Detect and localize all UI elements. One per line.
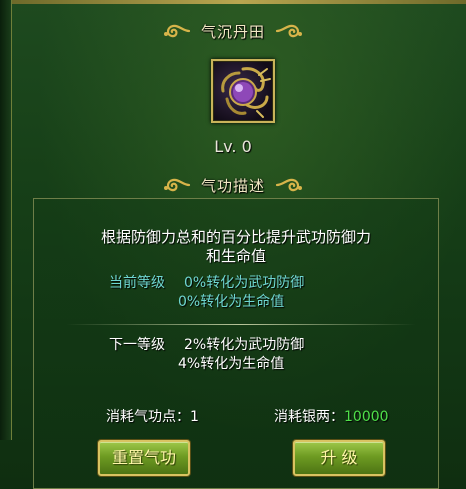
- skill-icon-slot[interactable]: [211, 59, 275, 123]
- current-level-effect-1: 0%转化为武功防御: [184, 275, 305, 291]
- silver-cost: 消耗银两：10000: [274, 406, 389, 426]
- next-level-effect-1: 2%转化为武功防御: [184, 337, 305, 353]
- qigong-cost-label: 消耗气功点：: [106, 409, 190, 425]
- next-level-effect-2: 4%转化为生命值: [178, 356, 285, 372]
- left-frame: [0, 0, 12, 440]
- silver-cost-label: 消耗银两：: [274, 409, 344, 425]
- qigong-panel: 气沉丹田 Lv. 0 气功描述 根据防御力总和的百分比提升武功防御力 和生命值 …: [0, 0, 466, 489]
- skill-header: 气沉丹田: [0, 19, 466, 43]
- left-swirl-ornament-icon: [163, 178, 191, 192]
- description-line-1: 根据防御力总和的百分比提升武功防御力: [100, 228, 371, 246]
- skill-level: Lv. 0: [214, 137, 252, 156]
- description-line-2: 和生命值: [205, 247, 266, 265]
- current-level-effect-2: 0%转化为生命值: [178, 294, 285, 310]
- left-swirl-ornament-icon: [163, 24, 191, 38]
- description-title: 气功描述: [200, 176, 265, 195]
- next-level-label: 下一等级: [109, 337, 165, 353]
- divider: [66, 324, 416, 325]
- right-swirl-ornament-icon: [275, 24, 302, 38]
- current-level-label: 当前等级: [109, 275, 165, 291]
- upgrade-button[interactable]: 升 级: [293, 440, 385, 476]
- qigong-cost-value: 1: [190, 409, 199, 425]
- right-swirl-ornament-icon: [275, 178, 302, 192]
- silver-cost-value: 10000: [344, 409, 389, 425]
- top-frame: [12, 0, 466, 4]
- description-header: 气功描述: [0, 173, 466, 197]
- reset-qigong-button[interactable]: 重置气功: [98, 440, 190, 476]
- skill-title: 气沉丹田: [200, 22, 265, 41]
- qigong-point-cost: 消耗气功点：1: [106, 406, 199, 426]
- purple-orb-claw-icon: [221, 67, 271, 118]
